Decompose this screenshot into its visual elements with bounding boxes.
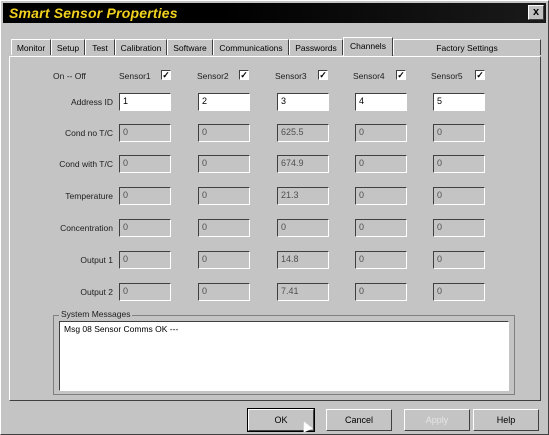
cond-with-tc-sensor2: 0 bbox=[198, 155, 250, 173]
apply-button[interactable]: Apply bbox=[404, 409, 470, 431]
system-messages-label: System Messages bbox=[59, 309, 133, 319]
cond-with-tc-sensor5: 0 bbox=[433, 155, 485, 173]
cond-no-tc-sensor4: 0 bbox=[355, 124, 407, 142]
temperature-sensor4: 0 bbox=[355, 187, 407, 205]
tab-communications[interactable]: Communications bbox=[213, 39, 289, 55]
output1-sensor1: 0 bbox=[119, 251, 171, 269]
tab-passwords[interactable]: Passwords bbox=[289, 39, 343, 55]
cond-no-tc-sensor5: 0 bbox=[433, 124, 485, 142]
sensor5-checkbox[interactable]: ✓ bbox=[475, 70, 485, 80]
sensor2-checkbox[interactable]: ✓ bbox=[239, 70, 249, 80]
temperature-sensor2: 0 bbox=[198, 187, 250, 205]
output2-sensor5: 0 bbox=[433, 283, 485, 301]
cond-no-tc-sensor3: 625.5 bbox=[277, 124, 329, 142]
window-title: Smart Sensor Properties bbox=[9, 5, 178, 21]
cond-no-tc-sensor1: 0 bbox=[119, 124, 171, 142]
system-messages-box[interactable]: Msg 08 Sensor Comms OK --- bbox=[59, 321, 509, 391]
sensor5-label: Sensor5 bbox=[431, 71, 463, 81]
help-button[interactable]: Help bbox=[473, 409, 539, 431]
output2-sensor2: 0 bbox=[198, 283, 250, 301]
cond-with-tc-sensor1: 0 bbox=[119, 155, 171, 173]
concentration-sensor2: 0 bbox=[198, 219, 250, 237]
close-button[interactable]: x bbox=[528, 5, 544, 20]
tab-factory-settings[interactable]: Factory Settings bbox=[393, 39, 541, 55]
address-id-sensor1[interactable]: 1 bbox=[119, 93, 171, 111]
row-label-cond-no-tc: Cond no T/C bbox=[64, 128, 113, 138]
cond-with-tc-sensor3: 674.9 bbox=[277, 155, 329, 173]
output1-sensor3: 14.8 bbox=[277, 251, 329, 269]
concentration-sensor4: 0 bbox=[355, 219, 407, 237]
tab-calibration[interactable]: Calibration bbox=[115, 39, 167, 55]
title-bar[interactable]: Smart Sensor Properties x bbox=[3, 3, 546, 23]
properties-dialog: Smart Sensor Properties x Monitor Setup … bbox=[0, 0, 549, 435]
cond-no-tc-sensor2: 0 bbox=[198, 124, 250, 142]
row-label-output-1: Output 1 bbox=[80, 255, 113, 265]
sensor3-label: Sensor3 bbox=[275, 71, 307, 81]
concentration-sensor1: 0 bbox=[119, 219, 171, 237]
sensor1-checkbox[interactable]: ✓ bbox=[161, 70, 171, 80]
tab-channels[interactable]: Channels bbox=[343, 37, 393, 56]
cancel-button[interactable]: Cancel bbox=[326, 409, 392, 431]
tab-software[interactable]: Software bbox=[167, 39, 213, 55]
output2-sensor4: 0 bbox=[355, 283, 407, 301]
concentration-sensor5: 0 bbox=[433, 219, 485, 237]
sensor1-label: Sensor1 bbox=[119, 71, 151, 81]
row-label-concentration: Concentration bbox=[60, 223, 113, 233]
output2-sensor1: 0 bbox=[119, 283, 171, 301]
address-id-sensor3[interactable]: 3 bbox=[277, 93, 329, 111]
on-off-label: On -- Off bbox=[53, 71, 86, 81]
row-label-temperature: Temperature bbox=[65, 191, 113, 201]
output1-sensor2: 0 bbox=[198, 251, 250, 269]
tab-monitor[interactable]: Monitor bbox=[11, 39, 51, 55]
tab-test[interactable]: Test bbox=[85, 39, 115, 55]
row-label-address-id: Address ID bbox=[70, 97, 113, 107]
row-label-output-2: Output 2 bbox=[80, 287, 113, 297]
temperature-sensor1: 0 bbox=[119, 187, 171, 205]
temperature-sensor3: 21.3 bbox=[277, 187, 329, 205]
temperature-sensor5: 0 bbox=[433, 187, 485, 205]
address-id-sensor2[interactable]: 2 bbox=[198, 93, 250, 111]
address-id-sensor4[interactable]: 4 bbox=[355, 93, 407, 111]
cond-with-tc-sensor4: 0 bbox=[355, 155, 407, 173]
output2-sensor3: 7.41 bbox=[277, 283, 329, 301]
row-label-cond-with-tc: Cond with T/C bbox=[59, 159, 113, 169]
output1-sensor5: 0 bbox=[433, 251, 485, 269]
sensor4-checkbox[interactable]: ✓ bbox=[396, 70, 406, 80]
tab-setup[interactable]: Setup bbox=[51, 39, 85, 55]
concentration-sensor3: 0 bbox=[277, 219, 329, 237]
sensor2-label: Sensor2 bbox=[197, 71, 229, 81]
sensor3-checkbox[interactable]: ✓ bbox=[318, 70, 328, 80]
sensor4-label: Sensor4 bbox=[353, 71, 385, 81]
output1-sensor4: 0 bbox=[355, 251, 407, 269]
address-id-sensor5[interactable]: 5 bbox=[433, 93, 485, 111]
